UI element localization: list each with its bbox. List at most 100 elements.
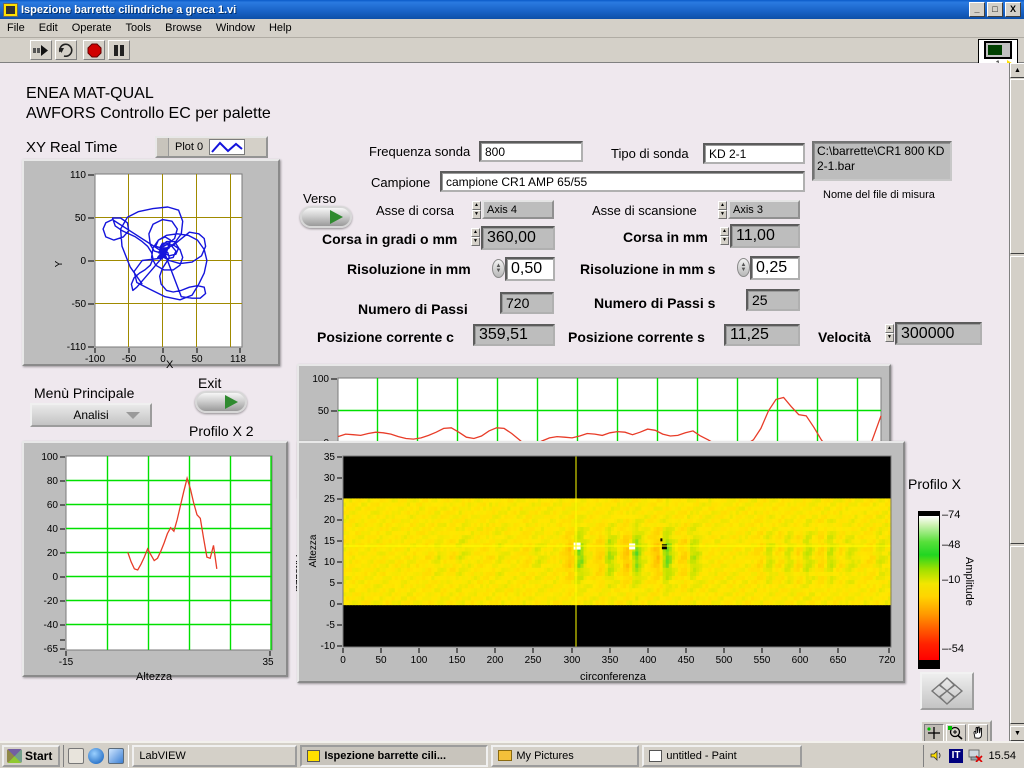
- svg-text:0: 0: [340, 655, 346, 666]
- velocita-input[interactable]: 300000: [895, 322, 982, 345]
- xy-graph[interactable]: 110 50 0 -50 -110 -100 -50 0 50 118 Y: [22, 159, 280, 366]
- menu-file[interactable]: File: [0, 20, 32, 36]
- asse-scansione-spinner[interactable]: ▲ ▼: [718, 201, 727, 219]
- menu-help[interactable]: Help: [262, 20, 299, 36]
- scope-icon: [984, 41, 1012, 59]
- svg-text:720: 720: [879, 655, 896, 666]
- system-tray: IT 15.54: [922, 744, 1022, 767]
- page-title-line2: AWFORS Controllo EC per palette: [26, 105, 271, 122]
- velocita-spinner[interactable]: ▲ ▼: [885, 324, 894, 342]
- svg-text:30: 30: [324, 473, 336, 484]
- crosshair-cursor-icon[interactable]: [924, 724, 944, 741]
- campione-input[interactable]: campione CR1 AMP 65/55: [440, 171, 805, 192]
- taskbar-button-my-pictures[interactable]: My Pictures: [491, 744, 640, 767]
- intensity-graph[interactable]: 35 30 25 20 15 10 5 0 -5 -10 0 50 100 15…: [297, 441, 905, 683]
- start-button[interactable]: Start: [2, 744, 61, 767]
- svg-text:-110: -110: [67, 342, 87, 353]
- risoluzione-input[interactable]: 0,50: [505, 257, 555, 281]
- xy-graph-legend[interactable]: Plot 0: [155, 136, 268, 158]
- show-desktop-icon[interactable]: [68, 747, 85, 764]
- asse-corsa-spinner[interactable]: ▲ ▼: [472, 201, 481, 219]
- tipo-sonda-input[interactable]: KD 2-1: [703, 143, 805, 164]
- scroll-up-arrow-icon[interactable]: ▲: [1010, 63, 1024, 78]
- svg-text:10: 10: [324, 557, 336, 568]
- taskbar-button-labview[interactable]: LabVIEW: [132, 744, 298, 767]
- scroll-thumb[interactable]: [1010, 256, 1024, 544]
- taskbar-button-label: LabVIEW: [139, 749, 186, 762]
- legend-scroll-icon[interactable]: [157, 138, 169, 156]
- corsa-gradi-label: Corsa in gradi o mm: [322, 231, 458, 247]
- profilo-x2-graph[interactable]: 100 80 60 40 20 0 -20 -40 -65 -15 35: [22, 441, 288, 677]
- taskbar-button-ispezione[interactable]: Ispezione barrette cili...: [300, 744, 489, 767]
- outlook-express-icon[interactable]: [108, 747, 125, 764]
- zoom-magnifier-icon[interactable]: [946, 724, 966, 741]
- network-icon[interactable]: [968, 749, 984, 762]
- svg-text:50: 50: [191, 354, 203, 364]
- graph-palette[interactable]: [920, 720, 992, 741]
- velocita-label: Velocità: [818, 329, 871, 345]
- svg-text:0: 0: [329, 599, 335, 610]
- svg-text:-15: -15: [59, 657, 74, 668]
- asse-scansione-ring[interactable]: Axis 3: [728, 200, 800, 219]
- page-title-line1: ENEA MAT-QUAL: [26, 85, 154, 102]
- svg-text:-100: -100: [85, 354, 105, 364]
- windows-taskbar: Start LabVIEW Ispezione barrette cili...…: [0, 741, 1024, 768]
- svg-text:0: 0: [52, 572, 58, 583]
- svg-text:100: 100: [41, 452, 58, 463]
- taskbar-button-paint[interactable]: untitled - Paint: [642, 744, 803, 767]
- pan-hand-icon[interactable]: [968, 724, 988, 741]
- taskbar-button-label: untitled - Paint: [666, 749, 737, 762]
- asse-scansione-label: Asse di scansione: [592, 203, 697, 218]
- labview-vi-icon: [3, 2, 18, 17]
- risoluzione-s-spinner[interactable]: ▲ ▼: [737, 258, 750, 277]
- menu-browse[interactable]: Browse: [158, 20, 209, 36]
- menu-window[interactable]: Window: [209, 20, 262, 36]
- minimize-button[interactable]: _: [969, 2, 985, 17]
- menu-principale-label: Menù Principale: [34, 385, 135, 401]
- color-box-button[interactable]: [920, 672, 974, 710]
- maximize-button[interactable]: □: [987, 2, 1003, 17]
- menu-edit[interactable]: Edit: [32, 20, 65, 36]
- menu-operate[interactable]: Operate: [65, 20, 119, 36]
- svg-text:-20: -20: [44, 596, 59, 607]
- exit-label: Exit: [198, 375, 222, 391]
- clock[interactable]: 15.54: [988, 750, 1016, 762]
- risoluzione-s-input[interactable]: 0,25: [750, 256, 800, 280]
- verso-switch[interactable]: [300, 206, 352, 228]
- corsa-gradi-spinner[interactable]: ▲ ▼: [471, 228, 480, 246]
- scroll-thumb-lower[interactable]: [1010, 546, 1024, 724]
- frequenza-input[interactable]: 800: [479, 141, 583, 162]
- volume-icon[interactable]: [930, 749, 944, 762]
- chevron-down-icon: [126, 412, 140, 419]
- svg-text:50: 50: [75, 213, 87, 224]
- start-button-label: Start: [25, 748, 53, 763]
- corsa-mm-spinner[interactable]: ▲ ▼: [720, 227, 729, 245]
- profilo-x2-xlabel: Altezza: [136, 671, 173, 683]
- internet-explorer-icon[interactable]: [88, 747, 105, 764]
- pause-icon[interactable]: [108, 40, 130, 60]
- svg-text:-65: -65: [44, 644, 59, 655]
- intensity-colorscale: [918, 511, 940, 669]
- asse-corsa-ring[interactable]: Axis 4: [482, 200, 554, 219]
- risoluzione-spinner[interactable]: ▲ ▼: [492, 259, 505, 278]
- corsa-mm-input[interactable]: 11,00: [730, 224, 800, 248]
- run-continuous-icon[interactable]: [55, 40, 77, 60]
- svg-text:20: 20: [324, 515, 336, 526]
- scroll-thumb-upper[interactable]: [1010, 79, 1024, 254]
- run-arrow-icon[interactable]: [30, 40, 52, 60]
- frequenza-label: Frequenza sonda: [369, 144, 471, 159]
- menu-principale-dropdown[interactable]: Analisi: [30, 403, 152, 427]
- passi-label: Numero di Passi: [358, 301, 468, 317]
- panel-vertical-scrollbar[interactable]: ▲ ▼: [1009, 63, 1024, 741]
- legend-plot-swatch[interactable]: [209, 139, 246, 155]
- scroll-down-arrow-icon[interactable]: ▼: [1010, 726, 1024, 741]
- close-button[interactable]: X: [1005, 2, 1021, 17]
- corsa-gradi-input[interactable]: 360,00: [481, 226, 555, 250]
- exit-button[interactable]: [195, 391, 247, 413]
- menu-tools[interactable]: Tools: [118, 20, 158, 36]
- posizione-s-label: Posizione corrente s: [568, 329, 705, 345]
- abort-stop-icon[interactable]: [83, 40, 105, 60]
- svg-text:250: 250: [525, 655, 542, 666]
- language-indicator[interactable]: IT: [948, 748, 964, 763]
- asse-corsa-label: Asse di corsa: [376, 203, 455, 218]
